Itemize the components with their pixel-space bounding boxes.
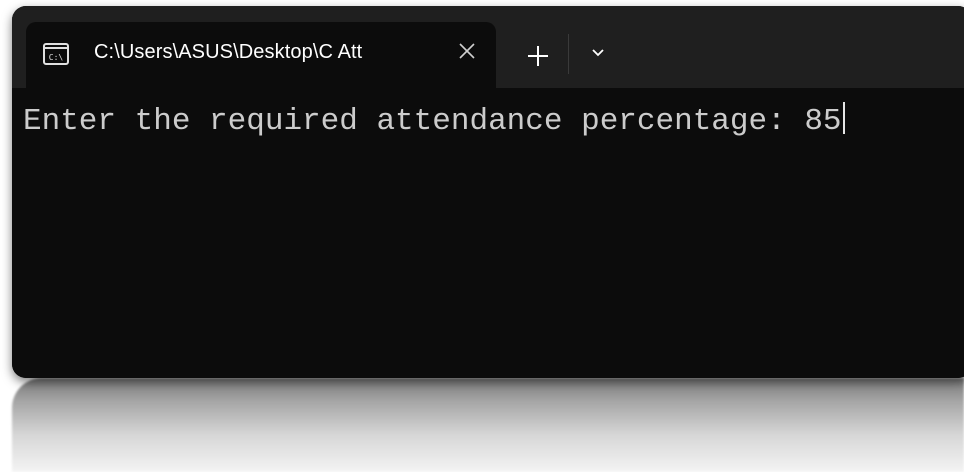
terminal-icon: C:\ bbox=[42, 42, 70, 66]
prompt-text: Enter the required attendance percentage… bbox=[23, 104, 805, 139]
chevron-down-icon[interactable] bbox=[586, 40, 610, 64]
tab-title: C:\Users\ASUS\Desktop\C Att bbox=[94, 41, 363, 63]
close-icon[interactable] bbox=[454, 38, 480, 64]
terminal-window: C:\ C:\Users\ASUS\Desktop\C Att Enter th… bbox=[12, 6, 964, 378]
tab-terminal[interactable]: C:\ C:\Users\ASUS\Desktop\C Att bbox=[26, 22, 496, 88]
plus-icon[interactable] bbox=[518, 36, 558, 76]
text-cursor bbox=[842, 102, 845, 134]
screenshot-stage: C:\ C:\Users\ASUS\Desktop\C Att Enter th… bbox=[0, 0, 964, 472]
svg-text:C:\: C:\ bbox=[49, 53, 64, 62]
user-input: 85 bbox=[804, 104, 842, 139]
title-bar: C:\ C:\Users\ASUS\Desktop\C Att bbox=[12, 6, 964, 88]
prompt-line: Enter the required attendance percentage… bbox=[23, 102, 845, 142]
terminal-output[interactable]: Enter the required attendance percentage… bbox=[12, 88, 964, 378]
window-reflection bbox=[12, 378, 964, 472]
titlebar-separator bbox=[568, 34, 569, 74]
